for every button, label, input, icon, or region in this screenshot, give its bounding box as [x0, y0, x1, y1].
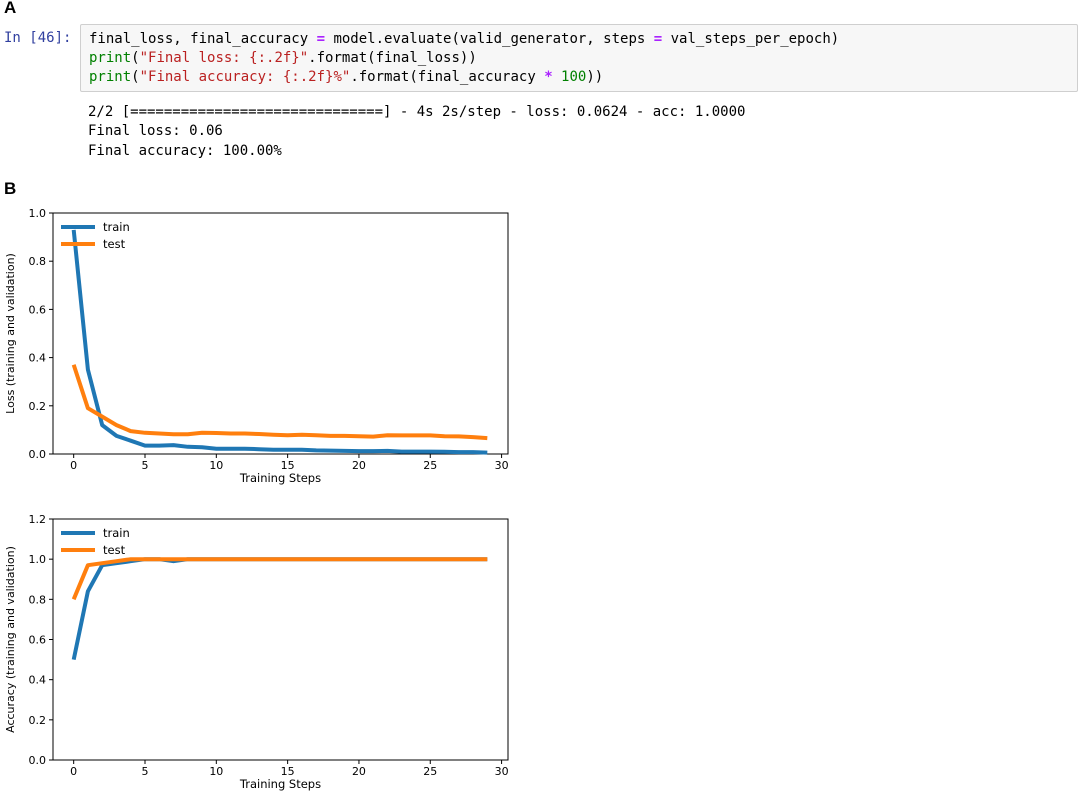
chart1-y-tick-label: 0.8 — [29, 255, 47, 268]
chart1-x-tick-label: 30 — [495, 459, 509, 472]
chart2-y-tick-label: 0.0 — [29, 754, 47, 767]
chart1-y-tick-label: 0.2 — [29, 400, 47, 413]
chart2-y-tick-label: 0.4 — [29, 674, 47, 687]
chart1-y-tick-label: 0.0 — [29, 448, 47, 461]
chart2-x-tick-label: 10 — [209, 765, 223, 778]
chart1-x-axis-label: Training Steps — [239, 471, 321, 485]
chart1-legend-train-label: train — [103, 220, 130, 234]
chart2-x-tick-label: 30 — [495, 765, 509, 778]
chart1-x-tick-label: 10 — [209, 459, 223, 472]
chart2-legend-test-label: test — [103, 543, 126, 557]
chart1-y-axis-label: Loss (training and validation) — [4, 253, 17, 414]
chart2-x-tick-label: 25 — [423, 765, 437, 778]
chart2-legend-train-label: train — [103, 526, 130, 540]
chart2-y-tick-label: 0.8 — [29, 593, 47, 606]
charts-canvas: 0 5 10 15 20 25 300.00.20.40.60.81.0Training S… — [4, 207, 509, 791]
chart2-y-axis-label: Accuracy (training and validation) — [4, 546, 17, 733]
chart2-y-tick-label: 1.2 — [29, 513, 47, 526]
chart2-x-tick-label: 20 — [352, 765, 366, 778]
chart2-y-tick-label: 0.2 — [29, 714, 47, 727]
chart1-y-tick-label: 1.0 — [29, 207, 47, 220]
chart1-x-tick-label: 0 — [70, 459, 77, 472]
chart2-y-tick-label: 1.0 — [29, 553, 47, 566]
chart2-x-tick-label: 0 — [70, 765, 77, 778]
chart1-x-tick-label: 25 — [423, 459, 437, 472]
chart2-y-tick-label: 0.6 — [29, 634, 47, 647]
chart2-x-tick-label: 5 — [141, 765, 148, 778]
chart1-y-tick-label: 0.4 — [29, 352, 47, 365]
chart2-x-axis-label: Training Steps — [239, 777, 321, 791]
chart1-legend-test-label: test — [103, 237, 126, 251]
chart1-x-tick-label: 5 — [141, 459, 148, 472]
chart1-y-tick-label: 0.6 — [29, 303, 47, 316]
chart1-x-tick-label: 20 — [352, 459, 366, 472]
